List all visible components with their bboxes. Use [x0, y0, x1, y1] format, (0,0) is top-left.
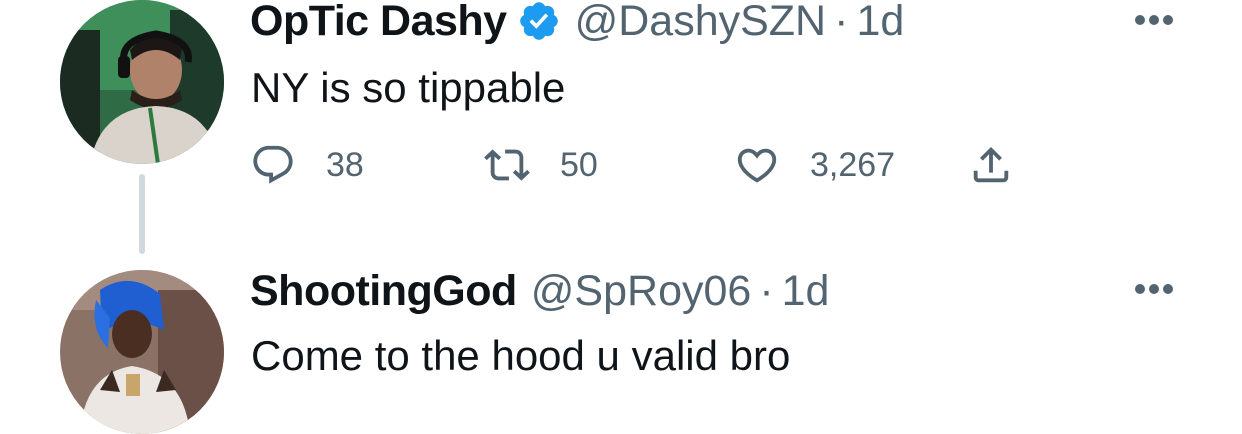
avatar[interactable] — [60, 0, 224, 164]
like-count: 3,267 — [810, 145, 896, 184]
tweet-text: NY is so tippable — [251, 64, 566, 111]
tweet-actions: 38 50 3,267 — [250, 140, 1050, 190]
verified-badge-icon — [519, 2, 558, 40]
share-icon — [973, 146, 1009, 183]
display-name[interactable]: ShootingGod — [250, 268, 517, 314]
share-button[interactable] — [968, 140, 1014, 190]
separator-dot: · — [759, 267, 774, 315]
tweet-header: OpTic Dashy @DashySZN · 1d — [250, 0, 904, 44]
retweet-icon — [484, 149, 530, 181]
heart-icon — [737, 148, 777, 183]
more-horizontal-icon[interactable] — [1134, 14, 1174, 26]
reply-button[interactable]: 38 — [250, 140, 364, 190]
reply-icon — [253, 145, 293, 184]
tweet-text: Come to the hood u valid bro — [251, 332, 791, 379]
avatar-photo-shootinggod — [60, 270, 224, 434]
avatar-photo-dashy — [60, 0, 224, 164]
avatar[interactable] — [60, 270, 224, 434]
reply-count: 38 — [326, 145, 364, 184]
separator-dot: · — [834, 0, 849, 45]
more-horizontal-icon[interactable] — [1134, 283, 1174, 295]
timestamp[interactable]: 1d — [782, 268, 830, 314]
like-button[interactable]: 3,267 — [734, 140, 895, 190]
tweet-header: ShootingGod @SpRoy06 · 1d — [250, 268, 829, 314]
tweet-shootinggod[interactable]: ShootingGod @SpRoy06 · 1d Come to the ho… — [0, 262, 1242, 434]
retweet-count: 50 — [560, 145, 598, 184]
tweet-dashy[interactable]: OpTic Dashy @DashySZN · 1d NY is so tipp… — [0, 0, 1242, 260]
retweet-button[interactable]: 50 — [484, 140, 598, 190]
handle[interactable]: @DashySZN — [575, 0, 827, 44]
display-name[interactable]: OpTic Dashy — [250, 0, 507, 44]
handle[interactable]: @SpRoy06 — [531, 268, 752, 314]
thread-line — [139, 174, 145, 254]
timestamp[interactable]: 1d — [856, 0, 904, 44]
